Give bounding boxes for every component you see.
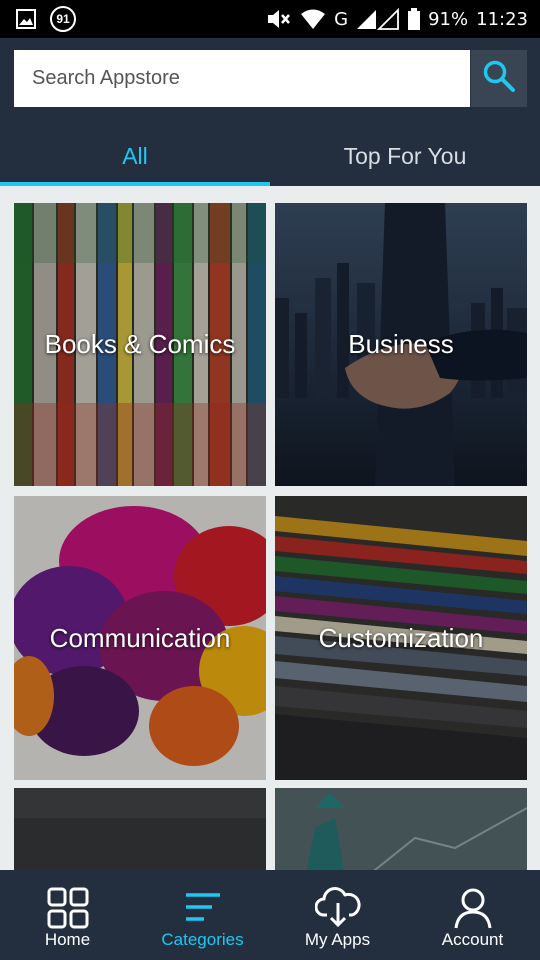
category-tile-business[interactable]: Business — [275, 203, 527, 486]
category-6-image — [275, 788, 527, 878]
category-label: Books & Comics — [44, 329, 236, 359]
grid-icon — [47, 886, 89, 930]
menu-lines-icon — [182, 886, 224, 930]
nav-label: Home — [44, 930, 91, 949]
category-tile-communication[interactable]: Communication — [14, 496, 266, 780]
mute-icon — [266, 8, 292, 30]
category-label: Customization — [318, 622, 484, 653]
signal-icon — [356, 8, 400, 30]
nav-home[interactable]: Home — [0, 870, 135, 960]
tab-top-for-you[interactable]: Top For You — [270, 126, 540, 186]
search-button[interactable] — [470, 50, 527, 107]
search-icon — [482, 59, 516, 98]
nav-my-apps[interactable]: My Apps — [270, 870, 405, 960]
tab-bar: All Top For You — [0, 126, 540, 186]
nav-categories[interactable]: Categories — [135, 870, 270, 960]
battery-icon — [408, 8, 421, 30]
nav-account[interactable]: Account — [405, 870, 540, 960]
search-input[interactable] — [14, 50, 470, 107]
category-label: Business — [348, 329, 454, 359]
category-tile-books-comics[interactable]: Books & Comics — [14, 203, 266, 486]
category-tile-5[interactable] — [14, 788, 266, 878]
category-tile-customization[interactable]: Customization — [275, 496, 527, 780]
nav-label: My Apps — [304, 930, 371, 949]
search-bar — [14, 50, 527, 107]
category-5-image — [14, 788, 266, 878]
app-header: All Top For You — [0, 38, 540, 186]
nav-label: Categories — [161, 930, 244, 949]
wifi-icon — [300, 8, 326, 30]
bottom-navigation: Home Categories My Apps Account — [0, 870, 540, 960]
image-notification-icon — [16, 9, 36, 29]
battery-percent: 91% — [428, 8, 469, 30]
status-bar: 91 G 91% 11:23 — [0, 0, 540, 38]
tab-all[interactable]: All — [0, 126, 270, 186]
notification-count-badge: 91 — [50, 6, 76, 32]
cloud-download-icon — [314, 886, 361, 930]
category-tile-6[interactable] — [275, 788, 527, 878]
network-type: G — [334, 8, 349, 30]
nav-label: Account — [441, 930, 504, 949]
user-icon — [452, 886, 494, 930]
clock: 11:23 — [476, 8, 528, 30]
category-label: Communication — [49, 622, 231, 653]
